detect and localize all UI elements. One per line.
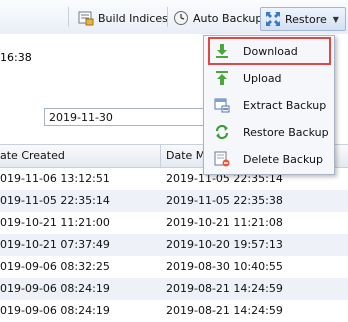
date-modified-cell: 2019-08-21 14:24:59 [166,282,283,295]
column-divider [160,145,161,167]
date-created-cell: 019-09-06 08:32:25 [0,260,110,273]
menu-item-upload[interactable]: Upload [204,66,334,90]
download-icon [214,43,230,59]
table-row[interactable]: 019-09-06 08:32:25 2019-08-30 10:40:55 [0,256,348,278]
restore-arrows-icon [265,11,281,27]
build-indices-icon [78,10,94,26]
restore-dropdown-button[interactable]: Restore ▼ [260,7,346,31]
date-created-cell: 019-11-05 22:35:14 [0,194,110,207]
upload-icon [214,70,230,86]
menu-item-label: Upload [243,71,282,85]
auto-backup-label: Auto Backup [193,11,263,25]
extract-icon [214,97,230,113]
table-row[interactable]: 019-09-06 08:24:19 2019-08-21 14:24:59 [0,278,348,300]
time-text: 16:38 [0,51,32,64]
column-header-date-created[interactable]: ate Created [0,149,65,162]
toolbar: Build Indices Auto Backup Restore ▼ [0,0,348,35]
menu-item-label: Download [243,44,298,58]
toolbar-separator [167,7,168,27]
auto-backup-button[interactable]: Auto Backup [173,9,262,27]
menu-item-delete-backup[interactable]: Delete Backup [204,147,334,171]
build-indices-label: Build Indices [98,11,168,25]
refresh-icon [214,124,230,140]
delete-icon [214,151,230,167]
restore-label: Restore [285,12,327,26]
restore-dropdown-menu: Download Upload Extract Backup Restore B… [203,35,335,175]
build-indices-button[interactable]: Build Indices [78,9,168,27]
date-created-cell: 019-09-06 08:24:19 [0,304,110,317]
menu-item-restore-backup[interactable]: Restore Backup [204,120,334,144]
date-modified-cell: 2019-08-21 14:24:59 [166,304,283,317]
date-modified-cell: 2019-10-21 11:21:08 [166,216,283,229]
menu-item-label: Restore Backup [243,125,329,139]
menu-item-extract-backup[interactable]: Extract Backup [204,93,334,117]
date-modified-cell: 2019-10-20 19:57:13 [166,238,283,251]
clock-icon [173,10,189,26]
toolbar-separator [68,7,69,27]
chevron-down-icon: ▼ [332,14,339,24]
date-created-cell: 019-11-06 13:12:51 [0,172,110,185]
date-created-cell: 019-10-21 11:21:00 [0,216,110,229]
table-row[interactable]: 019-09-06 08:24:19 2019-08-21 14:24:59 [0,300,348,322]
date-created-cell: 019-10-21 07:37:49 [0,238,110,251]
table-row[interactable]: 019-10-21 07:37:49 2019-10-20 19:57:13 [0,234,348,256]
menu-item-label: Extract Backup [243,98,327,112]
date-created-cell: 019-09-06 08:24:19 [0,282,110,295]
date-modified-cell: 2019-08-30 10:40:55 [166,260,283,273]
table-row[interactable]: 019-11-05 22:35:14 2019-11-05 22:35:38 [0,190,348,212]
date-input[interactable]: 2019-11-30 [44,108,204,126]
date-modified-cell: 2019-11-05 22:35:38 [166,194,283,207]
menu-item-download[interactable]: Download [204,39,334,63]
table-row[interactable]: 019-10-21 11:21:00 2019-10-21 11:21:08 [0,212,348,234]
menu-item-label: Delete Backup [243,152,323,166]
